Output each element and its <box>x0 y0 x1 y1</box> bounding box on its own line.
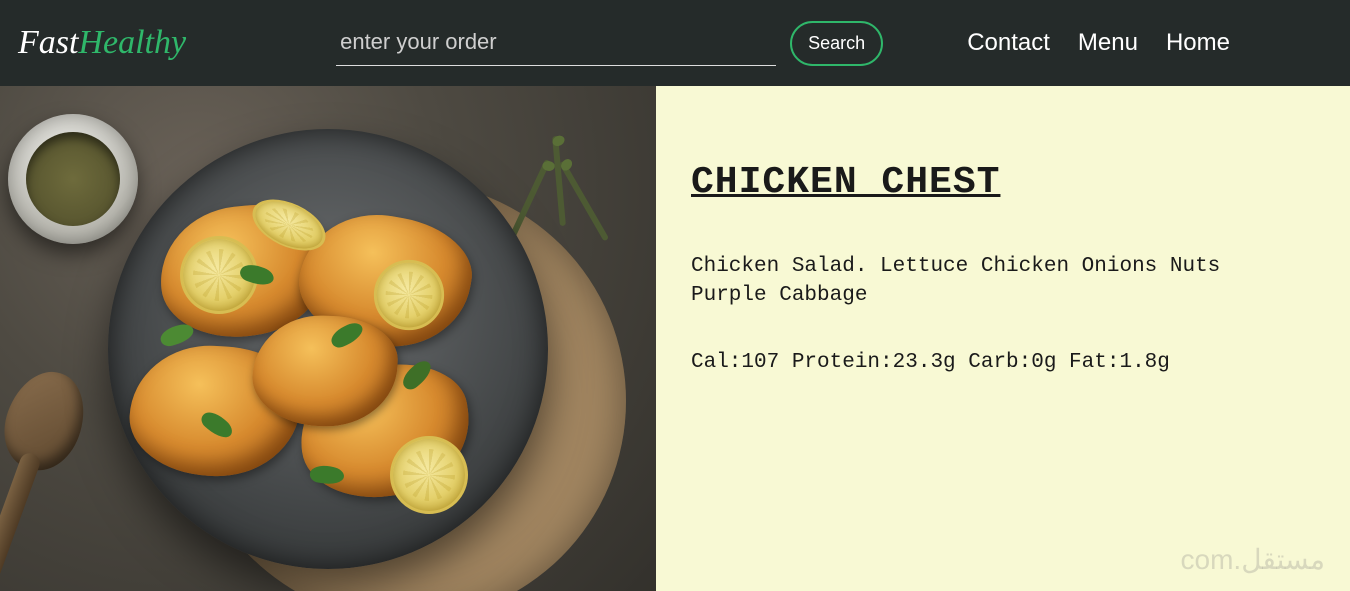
nav-home[interactable]: Home <box>1166 29 1230 57</box>
content: CHICKEN CHEST Chicken Salad. Lettuce Chi… <box>0 86 1350 591</box>
navbar: FastHealthy Search Contact Menu Home <box>0 0 1350 86</box>
dish-nutrition: Cal:107 Protein:23.3g Carb:0g Fat:1.8g <box>691 351 1310 374</box>
dish-image <box>0 86 656 591</box>
logo-healthy: Healthy <box>78 24 186 61</box>
search-area: Search <box>336 21 883 66</box>
lemon-slice-icon <box>390 436 468 514</box>
logo-fast: Fast <box>18 24 78 61</box>
wooden-spoon-icon <box>0 349 125 591</box>
nav-links: Contact Menu Home <box>967 29 1330 57</box>
search-input[interactable] <box>336 21 776 66</box>
dish-details: CHICKEN CHEST Chicken Salad. Lettuce Chi… <box>656 86 1350 591</box>
watermark: مستقل.com <box>1181 543 1325 576</box>
logo[interactable]: FastHealthy <box>18 24 186 62</box>
lemon-slice-icon <box>374 260 444 330</box>
dish-description: Chicken Salad. Lettuce Chicken Onions Nu… <box>691 252 1291 311</box>
capers-cup-icon <box>8 114 138 244</box>
nav-menu[interactable]: Menu <box>1078 29 1138 57</box>
dish-title: CHICKEN CHEST <box>691 161 1310 204</box>
search-button[interactable]: Search <box>790 21 883 66</box>
nav-contact[interactable]: Contact <box>967 29 1050 57</box>
